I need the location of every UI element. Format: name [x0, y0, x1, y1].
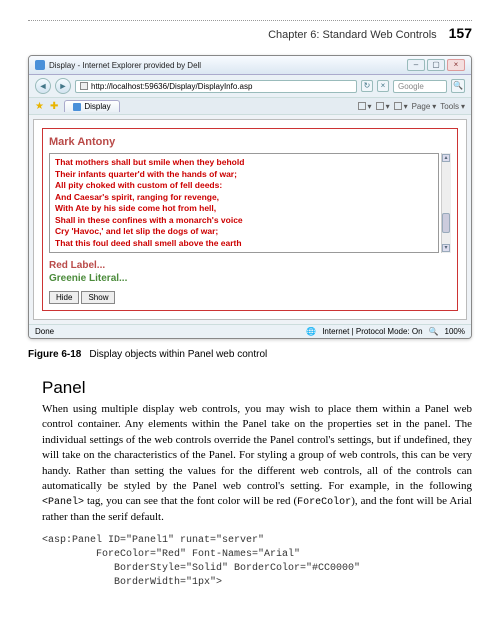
url-text: http://localhost:59636/Display/DisplayIn… — [91, 82, 252, 91]
url-input[interactable]: http://localhost:59636/Display/DisplayIn… — [75, 80, 357, 93]
scroll-thumb[interactable] — [442, 213, 450, 233]
favorites-icon[interactable]: ★ — [35, 101, 44, 112]
poem-line: Cry 'Havoc,' and let slip the dogs of wa… — [55, 226, 433, 237]
home-button[interactable]: ▾ — [358, 102, 372, 111]
address-bar: ◄ ► http://localhost:59636/Display/Displ… — [29, 75, 471, 98]
page-menu[interactable]: Page ▾ — [412, 102, 437, 111]
figure-number: Figure 6-18 — [28, 349, 81, 360]
poem-line: That mothers shall but smile when they b… — [55, 157, 433, 168]
titlebar: Display - Internet Explorer provided by … — [29, 56, 471, 75]
feed-icon — [376, 102, 384, 110]
tools-menu[interactable]: Tools ▾ — [440, 102, 465, 111]
panel-title: Mark Antony — [49, 135, 451, 149]
page-icon — [80, 82, 88, 90]
print-button[interactable]: ▾ — [394, 102, 408, 111]
hide-button[interactable]: Hide — [49, 291, 79, 304]
code-block: <asp:Panel ID="Panel1" runat="server" Fo… — [42, 534, 472, 590]
poem-line: Shall in these confines with a monarch's… — [55, 215, 433, 226]
red-label: Red Label... — [49, 259, 451, 272]
tab-label: Display — [84, 102, 110, 111]
figure-text: Display objects within Panel web control — [89, 349, 267, 360]
status-zoom: 100% — [445, 327, 465, 336]
browser-window: Display - Internet Explorer provided by … — [28, 55, 472, 339]
poem-line: And Caesar's spirit, ranging for revenge… — [55, 192, 433, 203]
tab-bar: ★ ✚ Display ▾ ▾ ▾ Page ▾ Tools ▾ — [29, 98, 471, 115]
tab-favicon-icon — [73, 103, 81, 111]
minimize-button[interactable]: – — [407, 59, 425, 71]
search-input[interactable]: Google — [393, 80, 447, 93]
page-header: Chapter 6: Standard Web Controls 157 — [28, 25, 472, 41]
back-button[interactable]: ◄ — [35, 78, 51, 94]
feeds-button[interactable]: ▾ — [376, 102, 390, 111]
maximize-button[interactable]: ▢ — [427, 59, 445, 71]
refresh-button[interactable]: ↻ — [361, 80, 373, 92]
poem-line: With Ate by his side come hot from hell, — [55, 203, 433, 214]
panel-control: Mark Antony That mothers shall but smile… — [42, 128, 458, 311]
tab-display[interactable]: Display — [64, 100, 119, 112]
section-heading: Panel — [42, 378, 472, 398]
stop-button[interactable]: × — [377, 80, 389, 92]
show-button[interactable]: Show — [81, 291, 115, 304]
forward-button[interactable]: ► — [55, 78, 71, 94]
add-favorite-icon[interactable]: ✚ — [50, 101, 58, 112]
favicon-icon — [35, 60, 45, 70]
poem-scrollbar[interactable]: ▴ ▾ — [441, 153, 451, 253]
home-icon — [358, 102, 366, 110]
poem-line: All pity choked with custom of fell deed… — [55, 180, 433, 191]
search-go-button[interactable]: 🔍 — [451, 79, 465, 93]
status-bar: Done 🌐 Internet | Protocol Mode: On 🔍 10… — [29, 324, 471, 338]
scroll-down-button[interactable]: ▾ — [442, 244, 450, 252]
body-paragraph: When using multiple display web controls… — [42, 402, 472, 526]
window-title: Display - Internet Explorer provided by … — [49, 61, 403, 70]
status-done: Done — [35, 327, 54, 336]
chapter-label: Chapter 6: Standard Web Controls — [268, 29, 437, 41]
poem-line: Their infants quarter'd with the hands o… — [55, 169, 433, 180]
close-button[interactable]: × — [447, 59, 465, 71]
print-icon — [394, 102, 402, 110]
figure-caption: Figure 6-18 Display objects within Panel … — [28, 349, 472, 360]
page-number: 157 — [449, 25, 472, 41]
poem-line: That this foul deed shall smell above th… — [55, 238, 433, 249]
green-literal: Greenie Literal... — [49, 272, 451, 285]
internet-zone-icon: 🌐 — [306, 327, 316, 336]
page-content: Mark Antony That mothers shall but smile… — [33, 119, 467, 320]
zoom-icon: 🔍 — [429, 327, 439, 336]
status-zone: Internet | Protocol Mode: On — [322, 327, 422, 336]
poem-textbox: That mothers shall but smile when they b… — [49, 153, 439, 253]
scroll-up-button[interactable]: ▴ — [442, 154, 450, 162]
